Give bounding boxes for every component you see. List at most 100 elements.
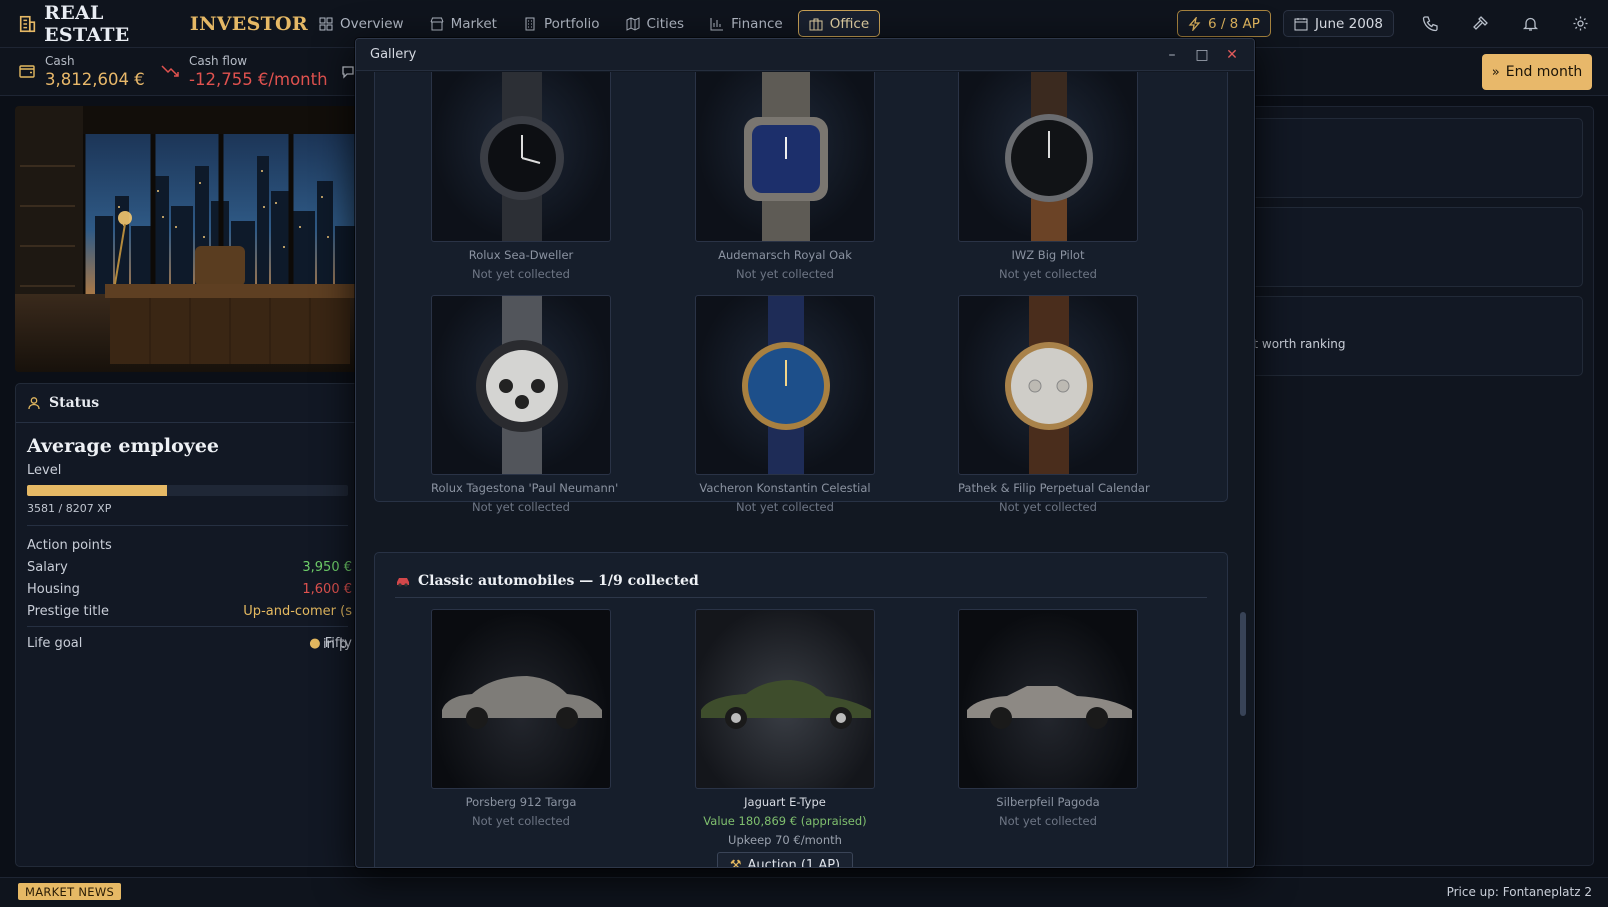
tab-office[interactable]: Office [797, 10, 881, 37]
minimize-icon[interactable]: – [1164, 47, 1180, 63]
action-points-badge[interactable]: 6 / 8 AP [1176, 10, 1271, 37]
watch-card[interactable]: Rolux Sea-Dweller Not yet collected [431, 72, 611, 281]
item-status: Not yet collected [999, 267, 1097, 281]
item-name: IWZ Big Pilot [1011, 248, 1085, 262]
car-icon [397, 578, 409, 587]
tab-market[interactable]: Market [419, 10, 508, 37]
cashflow-stat: Cash flow -12,755 €/month [189, 54, 328, 89]
watch-image [431, 72, 611, 242]
watch-image [958, 72, 1138, 242]
phone-icon [1422, 16, 1438, 32]
gallery-dialog: Gallery – □ ✕ Rolux Sea-Dweller Not yet … [355, 38, 1255, 868]
item-status: Not yet collected [999, 500, 1097, 514]
market-news-badge[interactable]: MARKET NEWS [18, 883, 122, 900]
phone-button[interactable] [1416, 10, 1444, 38]
divider [395, 597, 1207, 598]
rank-title: Average employee [27, 435, 219, 457]
row-value: 3,950 € [302, 559, 352, 575]
gavel-icon: ⚒ [729, 857, 742, 868]
tab-label: Market [450, 15, 497, 32]
ranking-text: et worth ranking [1246, 337, 1346, 351]
scrollbar-thumb[interactable] [1240, 612, 1246, 716]
item-name: Porsberg 912 Targa [465, 795, 577, 809]
item-name: Rolux Tagestona 'Paul Neumann' [431, 481, 619, 495]
dialog-title: Gallery [370, 47, 417, 62]
life-goal-text-line2: in p [323, 637, 348, 652]
stat-row-housing: Housing 1,600 € [27, 578, 352, 600]
gallery-content[interactable]: Rolux Sea-Dweller Not yet collected Aude… [356, 72, 1254, 867]
item-name: Jaguart E-Type [744, 795, 826, 809]
date-badge[interactable]: June 2008 [1282, 10, 1394, 37]
lightning-icon [1188, 16, 1201, 31]
item-status: Not yet collected [472, 267, 570, 281]
wallet-icon [19, 65, 35, 78]
watch-image [431, 295, 611, 475]
car-illustration [701, 680, 871, 729]
xp-progress-bar [27, 485, 348, 496]
watch-image [958, 295, 1138, 475]
close-icon[interactable]: ✕ [1224, 47, 1240, 63]
calendar-icon [1294, 17, 1308, 30]
tab-label: Portfolio [543, 15, 600, 32]
tab-overview[interactable]: Overview [308, 10, 415, 37]
main-nav: Overview Market Portfolio Cities Finance… [308, 10, 881, 37]
car-illustration [967, 686, 1132, 729]
right-card-2 [1245, 207, 1583, 287]
car-image [431, 609, 611, 789]
car-card[interactable]: Porsberg 912 Targa Not yet collected [431, 609, 611, 828]
car-card[interactable]: Silberpfeil Pagoda Not yet collected [958, 609, 1138, 828]
watch-card[interactable]: Audemarsch Royal Oak Not yet collected [695, 72, 875, 281]
row-label: Salary [27, 559, 68, 575]
tab-cities[interactable]: Cities [615, 10, 696, 37]
bell-icon [1522, 17, 1538, 31]
item-status: Not yet collected [999, 814, 1097, 828]
item-name: Silberpfeil Pagoda [996, 795, 1100, 809]
right-card-1 [1245, 118, 1583, 198]
status-panel: Status Average employee Level 3581 / 820… [15, 383, 360, 867]
tab-portfolio[interactable]: Portfolio [512, 10, 611, 37]
item-name: Pathek & Filip Perpetual Calendar [958, 481, 1150, 495]
row-label: Housing [27, 581, 80, 597]
notifications-button[interactable] [1516, 10, 1544, 38]
car-card-owned[interactable]: Jaguart E-Type Value 180,869 € (appraise… [695, 609, 875, 867]
action-points-value: 6 / 8 AP [1207, 15, 1260, 32]
auction-button[interactable]: ⚒ Auction (1 AP) [716, 852, 854, 868]
auction-button[interactable] [1466, 10, 1494, 38]
watch-illustration [476, 296, 568, 474]
cash-stat: Cash 3,812,604 € [45, 54, 145, 89]
watch-card[interactable]: Rolux Tagestona 'Paul Neumann' Not yet c… [431, 295, 619, 514]
stat-row-salary: Salary 3,950 € [27, 556, 352, 578]
footer-bar: MARKET NEWS Price up: Fontaneplatz 2 [0, 877, 1608, 907]
cashflow-value: -12,755 €/month [189, 70, 328, 89]
date-value: June 2008 [1314, 15, 1383, 32]
stat-row-prestige: Prestige title Up-and-comer (s [27, 600, 352, 622]
store-icon [430, 17, 444, 30]
watch-illustration [480, 72, 564, 241]
settings-button[interactable] [1566, 10, 1594, 38]
right-card-3: et worth ranking [1245, 296, 1583, 376]
row-label: Action points [27, 537, 112, 553]
divider [27, 626, 348, 627]
cash-label: Cash [45, 54, 75, 68]
brand-logo[interactable]: REAL ESTATE INVESTOR [18, 2, 308, 46]
gavel-icon [1472, 16, 1488, 30]
xp-text: 3581 / 8207 XP [27, 502, 112, 515]
watch-card[interactable]: Vacheron Konstantin Celestial Not yet co… [695, 295, 875, 514]
map-icon [626, 16, 640, 31]
tab-finance[interactable]: Finance [699, 10, 794, 37]
watch-card[interactable]: Pathek & Filip Perpetual Calendar Not ye… [958, 295, 1150, 514]
cars-section-header: Classic automobiles — 1/9 collected [395, 573, 699, 589]
maximize-icon[interactable]: □ [1194, 47, 1210, 63]
cashflow-label: Cash flow [189, 54, 248, 68]
money-bag-icon: ● [309, 635, 321, 651]
auction-label: Auction (1 AP) [747, 857, 841, 868]
row-label: Prestige title [27, 603, 109, 619]
watch-card[interactable]: IWZ Big Pilot Not yet collected [958, 72, 1138, 281]
office-panel [15, 106, 360, 372]
end-month-button[interactable]: » End month [1482, 54, 1592, 90]
news-ticker: Price up: Fontaneplatz 2 [1446, 885, 1592, 899]
briefcase-icon [809, 18, 823, 30]
user-icon [28, 397, 40, 410]
watch-illustration [742, 296, 830, 474]
status-heading: Status [49, 395, 100, 411]
